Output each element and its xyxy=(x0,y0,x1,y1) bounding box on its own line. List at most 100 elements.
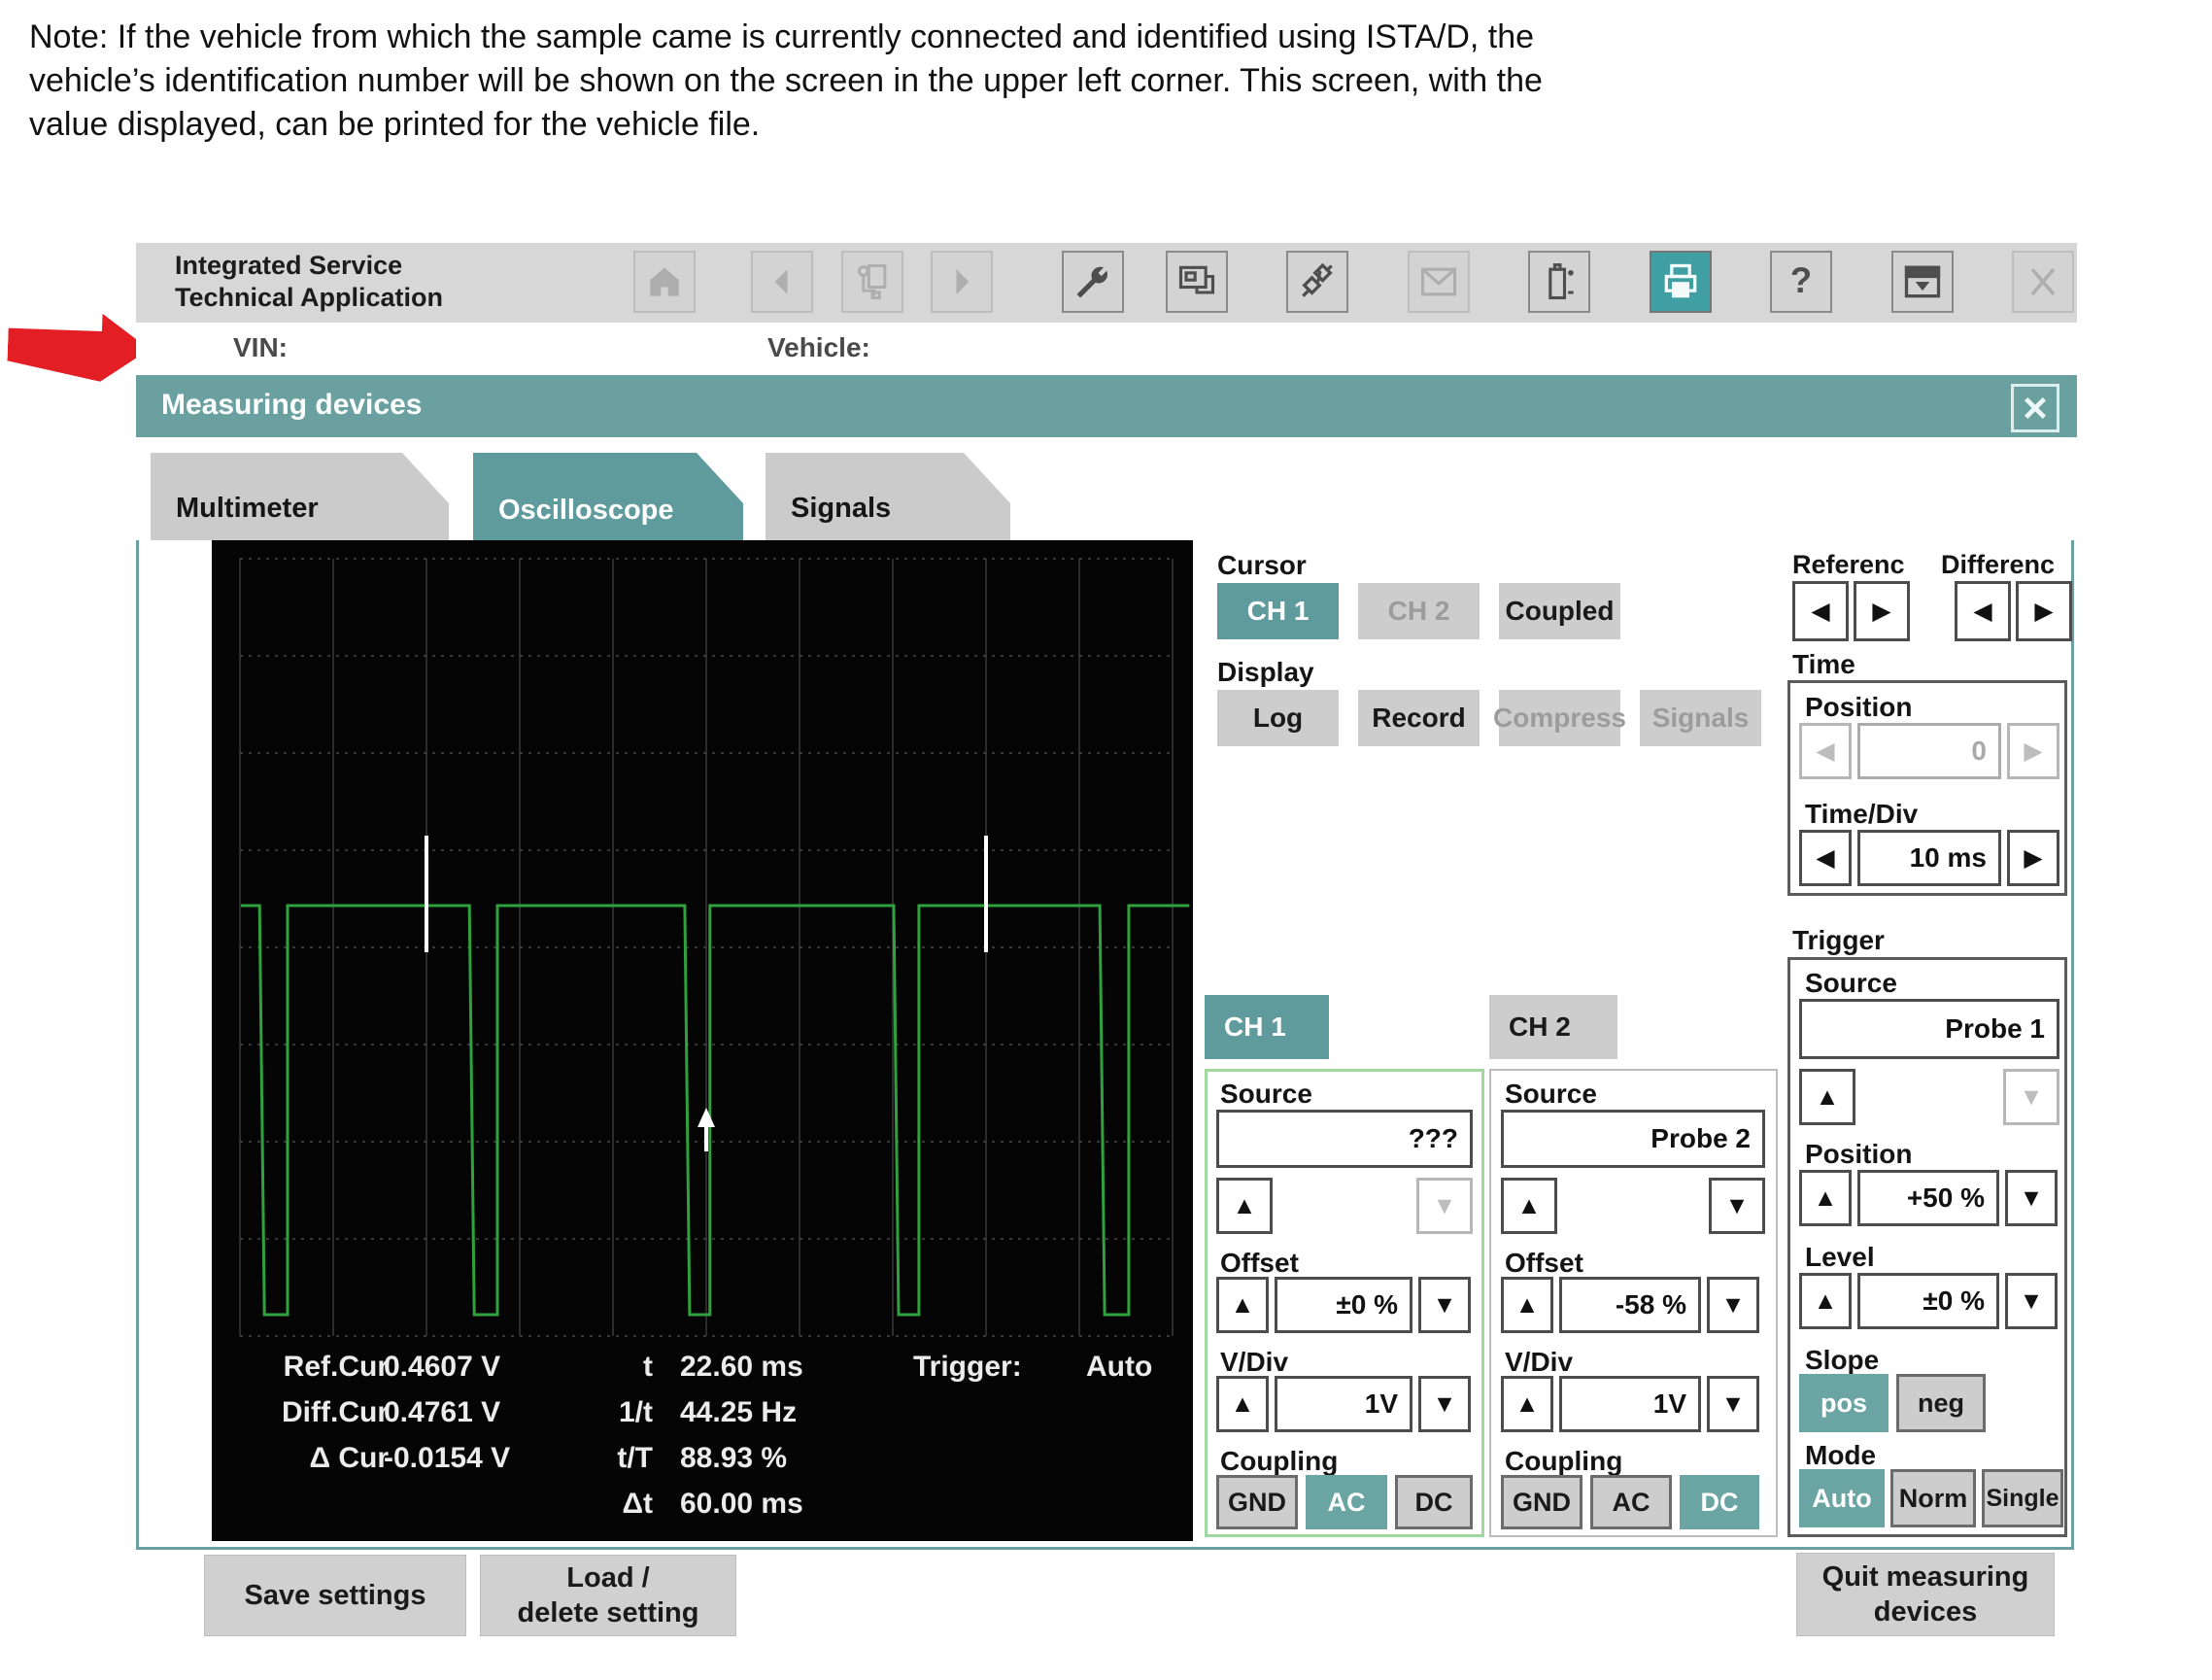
mode-single-button[interactable]: Single xyxy=(1982,1469,2063,1527)
trigger-status-label: Trigger: xyxy=(913,1351,1022,1384)
trigger-mode-label: Mode xyxy=(1805,1440,1876,1471)
trigger-position-up-button[interactable]: ▲ xyxy=(1799,1170,1852,1226)
ch1-source-down-button[interactable]: ▼ xyxy=(1416,1178,1473,1234)
timing-label: Δt xyxy=(583,1488,653,1521)
ch2-vdiv-down-button[interactable]: ▼ xyxy=(1707,1376,1759,1432)
ch1-source-up-button[interactable]: ▲ xyxy=(1216,1178,1273,1234)
ch2-offset-label: Offset xyxy=(1505,1248,1583,1279)
ch2-vdiv-up-button[interactable]: ▲ xyxy=(1501,1376,1553,1432)
measurement-label: Ref.Cur xyxy=(233,1351,389,1384)
display-record-button[interactable]: Record xyxy=(1358,690,1480,746)
reference-prev-button[interactable]: ◀ xyxy=(1792,581,1849,641)
trigger-source-down-button[interactable]: ▼ xyxy=(2003,1069,2059,1125)
ch1-source-value: ??? xyxy=(1216,1110,1473,1168)
up-arrow-icon: ▲ xyxy=(1517,1192,1542,1220)
timediv-decrement-button[interactable]: ◀ xyxy=(1799,830,1852,886)
connector-icon[interactable] xyxy=(1286,251,1348,313)
display-signals-button[interactable]: Signals xyxy=(1640,690,1761,746)
reference-next-button[interactable]: ▶ xyxy=(1854,581,1910,641)
home-icon[interactable] xyxy=(633,251,696,313)
battery-icon[interactable] xyxy=(1528,251,1590,313)
timing-value: 60.00 ms xyxy=(680,1488,803,1521)
ch1-offset-value: ±0 % xyxy=(1275,1277,1412,1333)
display-compress-button[interactable]: Compress xyxy=(1499,690,1620,746)
help-icon[interactable]: ? xyxy=(1770,251,1832,313)
ch2-coupling-dc-button[interactable]: DC xyxy=(1680,1475,1759,1529)
ch2-offset-down-button[interactable]: ▼ xyxy=(1707,1277,1759,1333)
printer-icon[interactable] xyxy=(1650,251,1712,313)
tab-oscilloscope[interactable]: Oscilloscope xyxy=(473,453,743,542)
ch1-coupling-gnd-button[interactable]: GND xyxy=(1216,1475,1298,1529)
measurement-label: Δ Cur xyxy=(233,1442,389,1475)
ch2-offset-up-button[interactable]: ▲ xyxy=(1501,1277,1553,1333)
trigger-level-down-button[interactable]: ▼ xyxy=(2005,1273,2058,1329)
ch1-offset-up-button[interactable]: ▲ xyxy=(1216,1277,1269,1333)
wrench-icon[interactable] xyxy=(1062,251,1124,313)
mode-auto-button[interactable]: Auto xyxy=(1799,1469,1885,1527)
channel1-tab[interactable]: CH 1 xyxy=(1205,995,1329,1059)
tab-signals[interactable]: Signals xyxy=(766,453,1010,540)
ch2-coupling-gnd-button[interactable]: GND xyxy=(1501,1475,1582,1529)
forward-icon[interactable] xyxy=(931,251,993,313)
down-arrow-icon: ▼ xyxy=(1725,1192,1750,1220)
reference-label: Referenc xyxy=(1792,550,1905,580)
cursor-coupled-button[interactable]: Coupled xyxy=(1499,583,1620,639)
ch2-source-value: Probe 2 xyxy=(1501,1110,1765,1168)
time-position-decrement-button[interactable]: ◀ xyxy=(1799,723,1852,779)
trigger-source-up-button[interactable]: ▲ xyxy=(1799,1069,1855,1125)
close-icon[interactable] xyxy=(2012,251,2074,313)
load-delete-setting-button[interactable]: Load / delete setting xyxy=(480,1555,736,1636)
ch1-vdiv-up-button[interactable]: ▲ xyxy=(1216,1376,1269,1432)
ch2-source-down-button[interactable]: ▼ xyxy=(1709,1178,1765,1234)
display-settings-icon[interactable] xyxy=(1166,251,1228,313)
time-position-increment-button[interactable]: ▶ xyxy=(2007,723,2059,779)
ch2-coupling-ac-button[interactable]: AC xyxy=(1590,1475,1672,1529)
down-arrow-icon: ▼ xyxy=(2020,1287,2044,1316)
up-arrow-icon: ▲ xyxy=(1231,1390,1255,1419)
back-icon[interactable] xyxy=(751,251,813,313)
ch2-vdiv-label: V/Div xyxy=(1505,1347,1573,1378)
cursor-ch1-button[interactable]: CH 1 xyxy=(1217,583,1339,639)
slope-pos-button[interactable]: pos xyxy=(1799,1374,1889,1432)
mode-norm-button[interactable]: Norm xyxy=(1890,1469,1976,1527)
timediv-increment-button[interactable]: ▶ xyxy=(2007,830,2059,886)
right-arrow-icon: ▶ xyxy=(1872,597,1890,626)
tab-multimeter[interactable]: Multimeter xyxy=(151,453,449,540)
timediv-label: Time/Div xyxy=(1805,799,1918,830)
right-arrow-icon: ▶ xyxy=(2024,737,2042,766)
difference-next-button[interactable]: ▶ xyxy=(2016,581,2072,641)
timing-label: 1/t xyxy=(583,1396,653,1429)
save-settings-button[interactable]: Save settings xyxy=(204,1555,466,1636)
down-arrow-icon: ▼ xyxy=(2020,1083,2044,1112)
up-arrow-icon: ▲ xyxy=(1515,1390,1540,1419)
vin-label: VIN: xyxy=(233,332,288,363)
trigger-slope-label: Slope xyxy=(1805,1345,1879,1376)
time-section-label: Time xyxy=(1792,649,1855,680)
display-log-button[interactable]: Log xyxy=(1217,690,1339,746)
trigger-position-down-button[interactable]: ▼ xyxy=(2005,1170,2058,1226)
ch2-offset-value: -58 % xyxy=(1559,1277,1701,1333)
slope-neg-button[interactable]: neg xyxy=(1896,1374,1986,1432)
close-icon[interactable] xyxy=(2011,384,2059,432)
down-arrow-icon: ▼ xyxy=(1433,1291,1457,1320)
cursor-ch2-button[interactable]: CH 2 xyxy=(1358,583,1480,639)
difference-prev-button[interactable]: ◀ xyxy=(1955,581,2011,641)
readout-row: Δt 60.00 ms xyxy=(212,1488,1193,1532)
up-arrow-icon: ▲ xyxy=(1814,1184,1838,1213)
ch1-offset-down-button[interactable]: ▼ xyxy=(1418,1277,1471,1333)
minimize-icon[interactable] xyxy=(1891,251,1954,313)
up-arrow-icon: ▲ xyxy=(1814,1287,1838,1316)
operations-list-icon[interactable] xyxy=(841,251,903,313)
trigger-level-value: ±0 % xyxy=(1857,1273,1999,1329)
ch2-source-up-button[interactable]: ▲ xyxy=(1501,1178,1557,1234)
left-arrow-icon: ◀ xyxy=(1816,737,1834,766)
ch1-coupling-ac-button[interactable]: AC xyxy=(1306,1475,1387,1529)
ch1-coupling-dc-button[interactable]: DC xyxy=(1395,1475,1473,1529)
down-arrow-icon: ▼ xyxy=(2020,1184,2044,1213)
mail-icon[interactable] xyxy=(1408,251,1470,313)
channel2-tab[interactable]: CH 2 xyxy=(1489,995,1617,1059)
trigger-level-up-button[interactable]: ▲ xyxy=(1799,1273,1852,1329)
timediv-value: 10 ms xyxy=(1857,830,2001,886)
ch1-vdiv-down-button[interactable]: ▼ xyxy=(1418,1376,1471,1432)
quit-measuring-devices-button[interactable]: Quit measuring devices xyxy=(1796,1553,2055,1636)
